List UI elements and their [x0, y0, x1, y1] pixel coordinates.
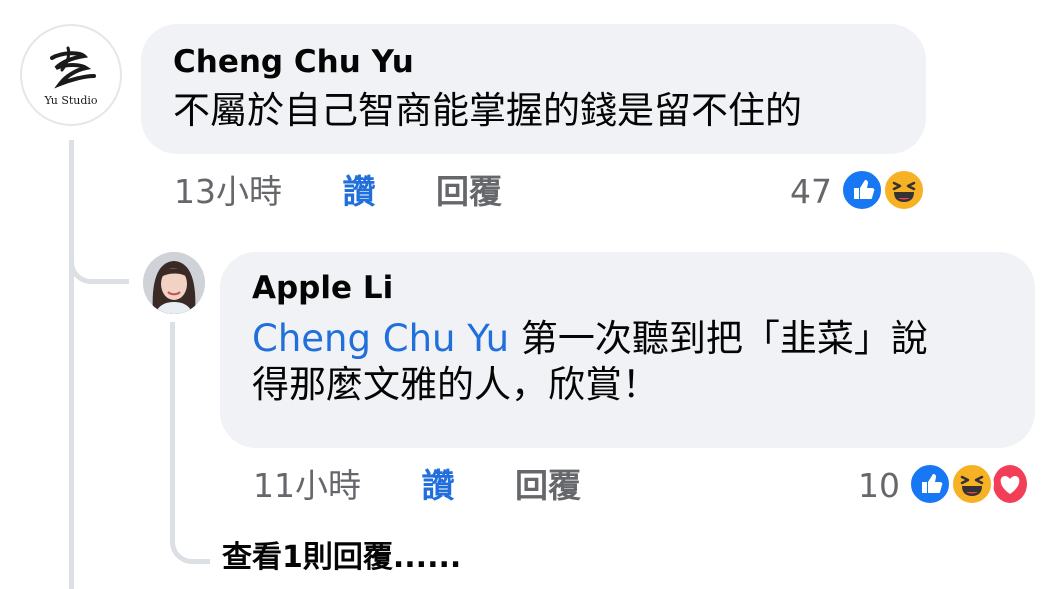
- reply-bubble[interactable]: Apple Li Cheng Chu Yu 第一次聽到把「韭菜」說 得那麼文雅的…: [220, 252, 1035, 448]
- comment-meta: 13小時 讚 回覆: [174, 172, 502, 212]
- haha-icon[interactable]: [950, 462, 994, 506]
- yu-studio-logo: Yu Studio: [43, 46, 98, 107]
- view-more-replies-link[interactable]: 查看1則回覆......: [222, 540, 461, 576]
- reply-mention-link[interactable]: Cheng Chu Yu: [252, 317, 509, 360]
- reply-text-line1: 第一次聽到把「韭菜」說: [509, 317, 928, 360]
- love-icon[interactable]: [990, 462, 1030, 506]
- comment-reaction-count[interactable]: 47: [790, 172, 832, 212]
- thread-line-main: [69, 140, 74, 589]
- comment-like-button[interactable]: 讚: [343, 172, 376, 211]
- avatar-apple-li[interactable]: [143, 252, 205, 314]
- comment-author[interactable]: Cheng Chu Yu: [173, 44, 926, 80]
- thread-connector-view-more: [170, 520, 210, 564]
- haha-icon[interactable]: [882, 168, 926, 212]
- comment-time[interactable]: 13小時: [174, 172, 282, 211]
- comment-text: 不屬於自己智商能掌握的錢是留不住的: [173, 89, 802, 132]
- reply-meta: 11小時 讚 回覆: [253, 466, 581, 506]
- reply-text-line2: 得那麼文雅的人，欣賞！: [252, 363, 659, 406]
- like-icon[interactable]: [840, 168, 884, 212]
- reply-reaction-count[interactable]: 10: [858, 466, 900, 506]
- comment-reply-button[interactable]: 回覆: [436, 172, 502, 211]
- avatar-cheng-chu-yu[interactable]: Yu Studio: [20, 24, 122, 126]
- reply-text: Cheng Chu Yu 第一次聽到把「韭菜」說 得那麼文雅的人，欣賞！: [252, 316, 1035, 408]
- reply-time[interactable]: 11小時: [253, 466, 361, 505]
- avatar-logo-text: Yu Studio: [43, 94, 97, 107]
- reply-like-button[interactable]: 讚: [422, 466, 455, 505]
- thread-connector-reply: [69, 260, 129, 284]
- thread-line-reply: [170, 322, 175, 542]
- like-icon[interactable]: [908, 462, 952, 506]
- reply-author[interactable]: Apple Li: [252, 270, 1035, 306]
- comment-bubble[interactable]: Cheng Chu Yu 不屬於自己智商能掌握的錢是留不住的: [141, 24, 926, 154]
- reply-reply-button[interactable]: 回覆: [515, 466, 581, 505]
